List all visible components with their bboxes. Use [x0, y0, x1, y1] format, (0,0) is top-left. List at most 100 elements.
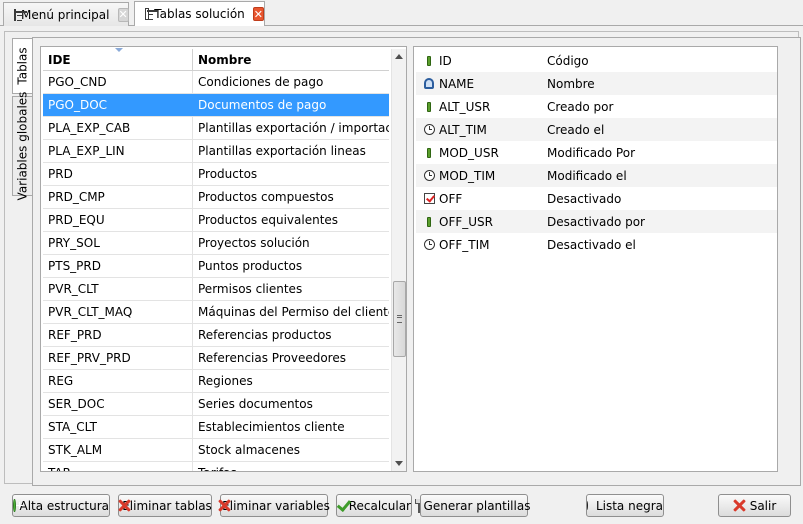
side-tab-variables-globales[interactable]: Variables globales: [12, 92, 32, 200]
cell-ide: STA_CLT: [43, 416, 193, 438]
cell-nombre: Referencias Proveedores: [198, 351, 346, 365]
table-row[interactable]: PLA_EXP_CAB Plantillas exportación / impo…: [43, 117, 389, 140]
alta-estructura-button[interactable]: Alta estructura: [12, 494, 110, 517]
field-name: ALT_USR: [439, 99, 491, 114]
table-row[interactable]: PLA_EXP_LIN Plantillas exportación lineas: [43, 140, 389, 163]
field-row[interactable]: MOD_USR Modificado Por: [416, 141, 777, 164]
field-row[interactable]: ID Código: [416, 49, 777, 72]
table-row[interactable]: TARTarifas: [43, 462, 389, 471]
field-name: MOD_USR: [439, 145, 499, 160]
cell-ide: PTS_PRD: [43, 255, 193, 277]
field-description: Modificado el: [547, 168, 627, 183]
column-header-nombre[interactable]: Nombre: [193, 49, 389, 70]
field-row[interactable]: ALT_USR Creado por: [416, 95, 777, 118]
table-row[interactable]: REF_PRD Referencias productos: [43, 324, 389, 347]
field-description: Modificado Por: [547, 145, 636, 160]
field-row[interactable]: ALT_TIM Creado el: [416, 118, 777, 141]
checkbox-icon: [421, 192, 437, 206]
cell-ide: PRD_EQU: [43, 209, 193, 231]
close-icon[interactable]: ✕: [252, 7, 264, 21]
tab-label: Menú principal: [21, 7, 110, 22]
side-tab-tablas[interactable]: Tablas: [12, 38, 32, 94]
button-label: Eliminar variables: [222, 498, 330, 513]
cell-ide: PLA_EXP_CAB: [43, 117, 193, 139]
field-description: Creado por: [547, 99, 614, 114]
eliminar-tablas-button[interactable]: Eliminar tablas: [118, 494, 212, 517]
side-tab-label: Tablas: [15, 47, 30, 85]
recalcular-button[interactable]: Recalcular: [336, 494, 412, 517]
table-row[interactable]: PVR_CLT_MAQ Máquinas del Permiso del clie…: [43, 301, 389, 324]
window-icon: [14, 8, 27, 21]
scroll-up-icon[interactable]: [395, 54, 403, 59]
button-label: Generar plantillas: [423, 498, 531, 513]
key-icon: [421, 215, 437, 229]
button-label: Salir: [749, 498, 777, 513]
cell-nombre: Establecimientos cliente: [198, 420, 345, 434]
lista-negra-button[interactable]: Lista negra: [586, 494, 664, 517]
eliminar-variables-button[interactable]: Eliminar variables: [220, 494, 330, 517]
cell-nombre: Productos compuestos: [198, 190, 334, 204]
table-row[interactable]: PVR_CLT Permisos clientes: [43, 278, 389, 301]
exit-icon: [733, 499, 746, 512]
field-row[interactable]: OFF_TIM Desactivado el: [416, 233, 777, 256]
table-row[interactable]: PRD_EQU Productos equivalentes: [43, 209, 389, 232]
scroll-thumb[interactable]: [393, 281, 406, 357]
cell-nombre: Productos equivalentes: [198, 213, 339, 227]
cell-ide: SER_DOC: [43, 393, 193, 415]
cell-nombre: Proyectos solución: [198, 236, 310, 250]
table-row[interactable]: PRD Productos: [43, 163, 389, 186]
tab-label: Tablas solución: [154, 7, 245, 21]
field-name: OFF: [439, 191, 463, 206]
table-row[interactable]: SER_DOC Series documentos: [43, 393, 389, 416]
cell-ide: PRD: [43, 163, 193, 185]
document-tab-bar: Menú principal ✕ Tablas solución ✕: [0, 0, 803, 26]
field-row[interactable]: OFF Desactivado: [416, 187, 777, 210]
column-header-ide[interactable]: IDE: [43, 48, 193, 70]
generar-plantillas-button[interactable]: Generar plantillas: [414, 494, 531, 517]
button-label: Lista negra: [595, 498, 663, 513]
table-row[interactable]: STA_CLT Establecimientos cliente: [43, 416, 389, 439]
grid-scrollbar[interactable]: [391, 49, 406, 471]
table-row[interactable]: REF_PRV_PRD Referencias Proveedores: [43, 347, 389, 370]
table-row[interactable]: REG Regiones: [43, 370, 389, 393]
cell-nombre: Series documentos: [198, 397, 313, 411]
cell-nombre: Stock almacenes: [198, 443, 300, 457]
table-row[interactable]: PTS_PRD Puntos productos: [43, 255, 389, 278]
cell-ide: STK_ALM: [43, 439, 193, 461]
column-header-label: Nombre: [198, 52, 252, 67]
cell-ide: PVR_CLT_MAQ: [43, 301, 193, 323]
tab-tablas-solucion[interactable]: Tablas solución ✕: [134, 1, 265, 26]
cell-nombre: Puntos productos: [198, 259, 303, 273]
scroll-down-icon[interactable]: [395, 461, 403, 466]
name-icon: [421, 77, 437, 91]
field-name: ALT_TIM: [439, 122, 487, 137]
clock-icon: [421, 123, 437, 137]
field-row[interactable]: NAME Nombre: [416, 72, 777, 95]
field-row[interactable]: OFF_USR Desactivado por: [416, 210, 777, 233]
table-row[interactable]: PGO_CND Condiciones de pago: [43, 71, 389, 94]
cell-nombre: Tarifas: [193, 462, 389, 471]
table-row[interactable]: PGO_DOC Documentos de pago: [43, 94, 389, 117]
field-row[interactable]: MOD_TIM Modificado el: [416, 164, 777, 187]
button-label: Eliminar tablas: [122, 498, 212, 513]
document-icon: [414, 498, 420, 513]
table-row[interactable]: PRD_CMP Productos compuestos: [43, 186, 389, 209]
cell-ide: REF_PRV_PRD: [43, 347, 193, 369]
cell-nombre: Máquinas del Permiso del cliente: [198, 305, 389, 319]
table-row[interactable]: STK_ALM Stock almacenes: [43, 439, 389, 462]
tab-menu-principal[interactable]: Menú principal ✕: [3, 2, 129, 26]
field-name: OFF_TIM: [439, 237, 490, 252]
field-description: Desactivado: [547, 191, 622, 206]
key-icon: [421, 100, 437, 114]
cell-nombre: Productos: [198, 167, 258, 181]
field-name: OFF_USR: [439, 214, 493, 229]
check-icon: [337, 499, 345, 512]
close-icon[interactable]: ✕: [117, 7, 129, 22]
sort-arrow-icon: [115, 48, 123, 52]
table-row[interactable]: PRY_SOL Proyectos solución: [43, 232, 389, 255]
field-name: ID: [439, 53, 452, 68]
key-icon: [421, 146, 437, 160]
button-label: Alta estructura: [19, 498, 110, 513]
clock-icon: [421, 238, 437, 252]
salir-button[interactable]: Salir: [718, 494, 791, 517]
